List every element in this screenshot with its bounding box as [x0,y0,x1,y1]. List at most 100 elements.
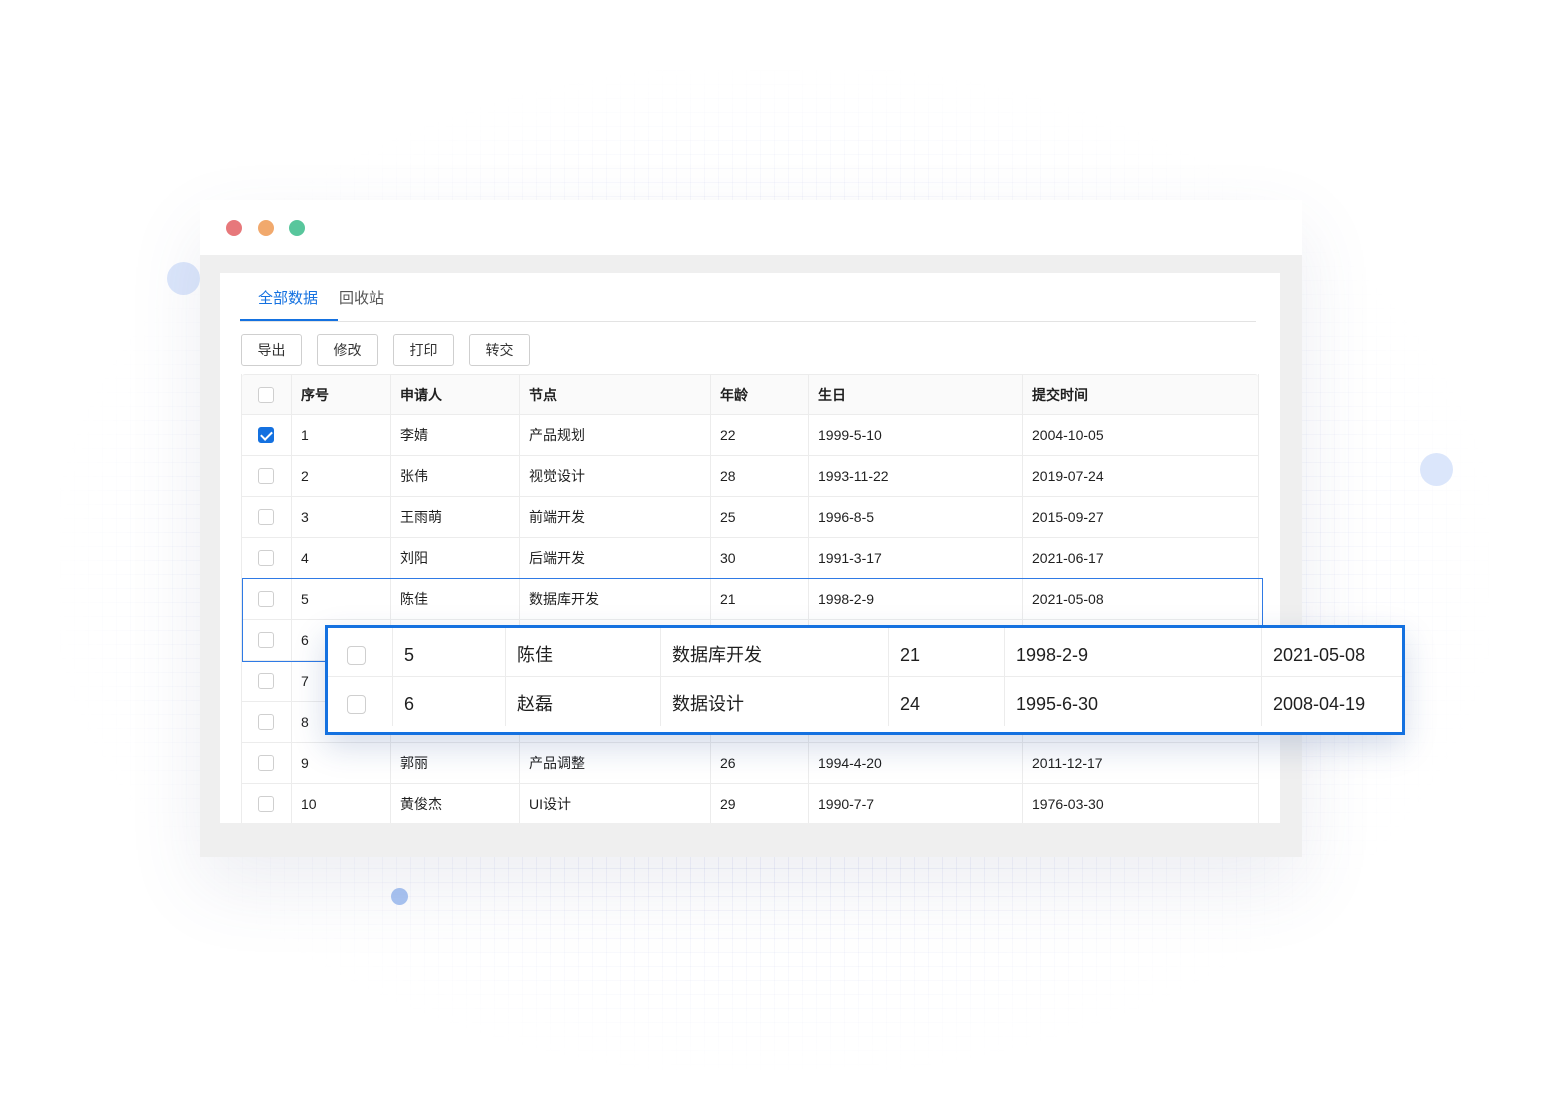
table-cell: 5 [291,579,390,619]
table-header-row: 序号 申请人 节点 年龄 生日 提交时间 [242,374,1258,415]
edit-button[interactable]: 修改 [317,334,378,366]
table-cell: 5 [392,628,505,677]
table-cell: 1991-3-17 [808,538,1022,578]
table-cell: 王雨萌 [390,497,519,537]
table-cell: 3 [291,497,390,537]
table-cell: 2021-06-17 [1022,538,1259,578]
table-cell: 郭丽 [390,743,519,783]
table-cell: 刘阳 [390,538,519,578]
table-row[interactable]: 6 赵磊 数据设计 24 1995-6-30 2008-04-19 [328,677,1402,726]
row-checkbox[interactable] [258,632,274,648]
row-checkbox-cell [328,677,392,726]
table-row[interactable]: 5 陈佳 数据库开发 21 1998-2-9 2021-05-08 [242,579,1258,620]
table-cell: 2 [291,456,390,496]
table-cell: 9 [291,743,390,783]
row-checkbox-cell [328,628,392,677]
table-cell: 数据库开发 [660,628,888,677]
table-cell: 30 [710,538,808,578]
table-cell: 2015-09-27 [1022,497,1259,537]
row-checkbox[interactable] [347,646,366,665]
column-header[interactable]: 节点 [519,375,710,415]
row-checkbox-cell [242,538,291,578]
table-cell: 28 [710,456,808,496]
window-titlebar [200,200,1302,255]
table-cell: 2021-05-08 [1022,579,1259,619]
main-panel: 全部数据 回收站 导出 修改 打印 转交 序号 申请人 节点 年龄 生日 提交时… [220,273,1280,823]
app-window: 全部数据 回收站 导出 修改 打印 转交 序号 申请人 节点 年龄 生日 提交时… [200,200,1302,857]
table-cell: 1993-11-22 [808,456,1022,496]
row-checkbox-cell [242,661,291,701]
table-row[interactable]: 1 李婧 产品规划 22 1999-5-10 2004-10-05 [242,415,1258,456]
tab-recycle-bin[interactable]: 回收站 [339,287,384,308]
row-checkbox[interactable] [258,796,274,812]
table-row[interactable]: 2 张伟 视觉设计 28 1993-11-22 2019-07-24 [242,456,1258,497]
row-checkbox[interactable] [258,714,274,730]
decorative-circle [1420,453,1453,486]
table-cell: 黄俊杰 [390,784,519,823]
table-cell: 2019-07-24 [1022,456,1259,496]
row-checkbox[interactable] [258,427,274,443]
table-cell: 产品规划 [519,415,710,455]
table-row[interactable]: 9 郭丽 产品调整 26 1994-4-20 2011-12-17 [242,743,1258,784]
table-cell: 数据设计 [660,677,888,726]
table-cell: 2011-12-17 [1022,743,1259,783]
table-cell: 25 [710,497,808,537]
table-cell: 10 [291,784,390,823]
zoomed-rows-callout: 5 陈佳 数据库开发 21 1998-2-9 2021-05-08 6 赵磊 数据设计 24 199… [325,625,1405,735]
column-header[interactable]: 生日 [808,375,1022,415]
table-cell: 赵磊 [505,677,660,726]
row-checkbox[interactable] [258,755,274,771]
row-checkbox-cell [242,784,291,823]
column-header[interactable]: 申请人 [390,375,519,415]
table-cell: 24 [888,677,1004,726]
column-header[interactable]: 年龄 [710,375,808,415]
table-cell: 1976-03-30 [1022,784,1259,823]
table-cell: 后端开发 [519,538,710,578]
table-cell: 1998-2-9 [808,579,1022,619]
table-cell: 4 [291,538,390,578]
table-cell: 29 [710,784,808,823]
table-row[interactable]: 3 王雨萌 前端开发 25 1996-8-5 2015-09-27 [242,497,1258,538]
transfer-button[interactable]: 转交 [469,334,530,366]
table-cell: 数据库开发 [519,579,710,619]
table-cell: 1 [291,415,390,455]
header-checkbox-cell [242,375,291,415]
table-row[interactable]: 5 陈佳 数据库开发 21 1998-2-9 2021-05-08 [328,628,1402,677]
table-cell: 张伟 [390,456,519,496]
print-button[interactable]: 打印 [393,334,454,366]
row-checkbox-cell [242,702,291,742]
row-checkbox[interactable] [258,509,274,525]
table-cell: 22 [710,415,808,455]
tab-all-data[interactable]: 全部数据 [258,287,318,308]
table-cell: 产品调整 [519,743,710,783]
row-checkbox-cell [242,456,291,496]
minimize-window-icon[interactable] [258,220,274,236]
table-cell: 1998-2-9 [1004,628,1261,677]
table-row[interactable]: 10 黄俊杰 UI设计 29 1990-7-7 1976-03-30 [242,784,1258,823]
close-window-icon[interactable] [226,220,242,236]
table-cell: 2004-10-05 [1022,415,1259,455]
row-checkbox[interactable] [258,550,274,566]
select-all-checkbox[interactable] [258,387,274,403]
table-cell: 前端开发 [519,497,710,537]
table-cell: 1994-4-20 [808,743,1022,783]
table-cell: 1996-8-5 [808,497,1022,537]
row-checkbox-cell [242,579,291,619]
maximize-window-icon[interactable] [289,220,305,236]
row-checkbox[interactable] [258,673,274,689]
table-cell: 2021-05-08 [1261,628,1405,677]
table-row[interactable]: 4 刘阳 后端开发 30 1991-3-17 2021-06-17 [242,538,1258,579]
column-header[interactable]: 提交时间 [1022,375,1259,415]
table-cell: 1995-6-30 [1004,677,1261,726]
table-cell: 1999-5-10 [808,415,1022,455]
row-checkbox[interactable] [347,695,366,714]
column-header[interactable]: 序号 [291,375,390,415]
table-cell: 陈佳 [505,628,660,677]
export-button[interactable]: 导出 [241,334,302,366]
row-checkbox[interactable] [258,468,274,484]
table-cell: 6 [392,677,505,726]
active-tab-indicator [240,319,338,321]
table-cell: 视觉设计 [519,456,710,496]
row-checkbox[interactable] [258,591,274,607]
table-cell: 21 [710,579,808,619]
